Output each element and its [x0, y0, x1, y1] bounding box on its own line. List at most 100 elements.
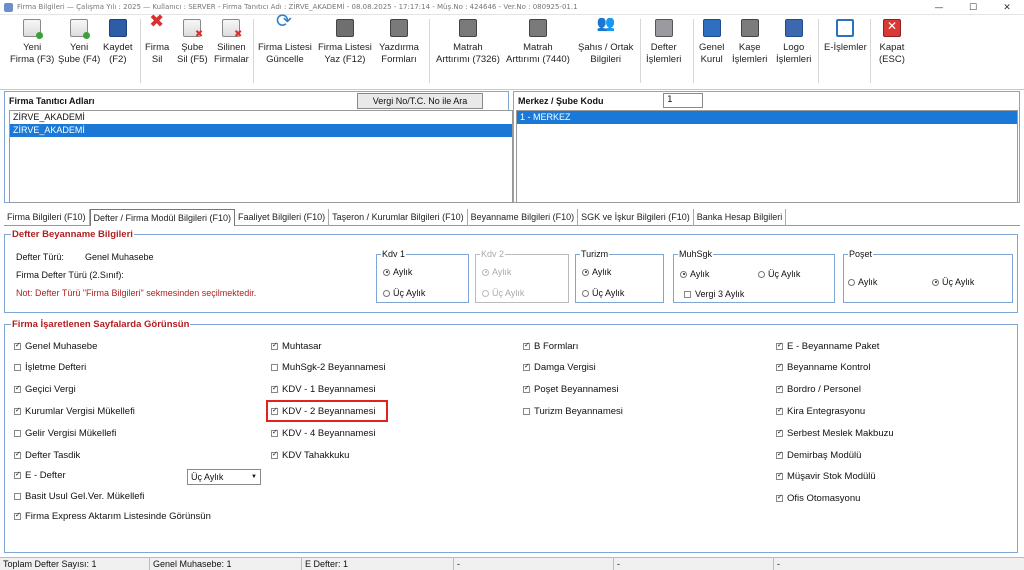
print-forms-button[interactable]: Yazdırma Formları: [379, 19, 419, 66]
chk-musavir-stok[interactable]: Müşavir Stok Modülü: [776, 471, 876, 482]
chk-bordro-personel[interactable]: Bordro / Personel: [776, 384, 861, 395]
poset-aylik-radio[interactable]: Aylık: [848, 277, 877, 287]
checkbox-label: KDV - 1 Beyannamesi: [282, 384, 376, 395]
chk-turizm-beyannamesi[interactable]: Turizm Beyannamesi: [523, 406, 623, 417]
matrah-7326-button[interactable]: Matrah Arttırımı (7326): [436, 19, 500, 66]
matrah-7440-label: Matrah Arttırımı (7440): [506, 42, 570, 65]
ledger-type-label: Defter Türü:: [16, 252, 64, 262]
tab-taseron[interactable]: Taşeron / Kurumlar Bilgileri (F10): [329, 209, 468, 226]
chk-basit-usul[interactable]: Basit Usul Gel.Ver. Mükellefi: [14, 491, 144, 502]
radio-unselected: [383, 289, 390, 297]
branch-list[interactable]: 1 - MERKEZ: [516, 110, 1018, 203]
radio-label: Üç Aylık: [592, 288, 625, 298]
checkbox-label: Vergi 3 Aylık: [695, 289, 745, 299]
select-value: Üç Aylık: [191, 472, 224, 482]
checkbox-label: Kurumlar Vergisi Mükellefi: [25, 406, 135, 417]
chk-serbest-meslek[interactable]: Serbest Meslek Makbuzu: [776, 428, 894, 439]
new-branch-label: Yeni Şube (F4): [58, 42, 101, 65]
minimize-icon[interactable]: —: [922, 0, 956, 15]
matrah-7440-button[interactable]: Matrah Arttırımı (7440): [506, 19, 570, 66]
new-branch-button[interactable]: Yeni Şube (F4): [58, 19, 100, 66]
chk-muhsgk2[interactable]: MuhSgk-2 Beyannamesi: [271, 362, 386, 373]
poset-ucaylik-radio[interactable]: Üç Aylık: [932, 277, 974, 287]
chk-damga-vergisi[interactable]: Damga Vergisi: [523, 362, 596, 373]
chk-defter-tasdik[interactable]: Defter Tasdik: [14, 450, 80, 461]
e-operations-button[interactable]: E-İşlemler: [824, 19, 867, 54]
chk-muhtasar[interactable]: Muhtasar: [271, 341, 322, 352]
chk-kdv-tahakkuku[interactable]: KDV Tahakkuku: [271, 450, 349, 461]
checkbox-label: Poşet Beyannamesi: [534, 384, 619, 395]
chk-kdv4[interactable]: KDV - 4 Beyannamesi: [271, 428, 375, 439]
chk-demirbas[interactable]: Demirbaş Modülü: [776, 450, 861, 461]
chk-kurumlar-vergisi[interactable]: Kurumlar Vergisi Mükellefi: [14, 406, 135, 417]
chk-beyanname-kontrol[interactable]: Beyanname Kontrol: [776, 362, 870, 373]
stamp-ops-button[interactable]: Kaşe İşlemleri: [732, 19, 767, 66]
checkbox-checked: [14, 341, 21, 350]
save-button[interactable]: Kaydet (F2): [103, 19, 133, 66]
tab-sgk[interactable]: SGK ve İşkur Bilgileri (F10): [578, 209, 694, 226]
chk-gecici-vergi[interactable]: Geçici Vergi: [14, 384, 76, 395]
checkbox-checked: [14, 511, 21, 520]
close-window-icon[interactable]: ✕: [990, 0, 1024, 15]
delete-branch-label: Şube Sil (F5): [177, 42, 208, 65]
chk-gelir-vergisi[interactable]: Gelir Vergisi Mükellefi: [14, 428, 116, 439]
chk-isletme-defteri[interactable]: İşletme Defteri: [14, 362, 86, 373]
radio-label: Üç Aylık: [492, 288, 525, 298]
close-button[interactable]: Kapat (ESC): [879, 19, 905, 66]
checkbox-label: KDV - 4 Beyannamesi: [282, 428, 376, 439]
radio-label: Üç Aylık: [393, 288, 426, 298]
logo-ops-button[interactable]: Logo İşlemleri: [776, 19, 811, 66]
new-company-button[interactable]: Yeni Firma (F3): [10, 19, 54, 66]
general-assembly-button[interactable]: Genel Kurul: [699, 19, 724, 66]
company-list[interactable]: ZİRVE_AKADEMİ ZİRVE_AKADEMİ: [9, 110, 513, 203]
turizm-aylik-radio[interactable]: Aylık: [582, 267, 611, 277]
tab-beyanname[interactable]: Beyanname Bilgileri (F10): [468, 209, 579, 226]
delete-branch-button[interactable]: Şube Sil (F5): [177, 19, 208, 66]
chk-b-formlari[interactable]: B Formları: [523, 341, 578, 352]
tab-firma-bilgileri[interactable]: Firma Bilgileri (F10): [4, 209, 90, 226]
chk-kira-entegrasyonu[interactable]: Kira Entegrasyonu: [776, 406, 865, 417]
checkbox-checked: [776, 428, 783, 437]
chk-ofis-otomasyonu[interactable]: Ofis Otomasyonu: [776, 493, 860, 504]
chk-e-defter[interactable]: E - Defter: [14, 470, 66, 481]
list-item-selected[interactable]: ZİRVE_AKADEMİ: [10, 124, 512, 137]
status-genel: Genel Muhasebe: 1: [150, 558, 302, 570]
company-names-panel: Firma Tanıtıcı Adları Vergi No/T.C. No i…: [4, 91, 513, 203]
branch-code-input[interactable]: 1: [663, 93, 703, 108]
kdv1-aylik-radio[interactable]: Aylık: [383, 267, 412, 277]
list-item-selected[interactable]: 1 - MERKEZ: [517, 111, 1017, 124]
turizm-ucaylik-radio[interactable]: Üç Aylık: [582, 288, 624, 298]
e-operations-label: E-İşlemler: [824, 42, 867, 53]
ledger-ops-button[interactable]: Defter İşlemleri: [646, 19, 681, 66]
tab-banka[interactable]: Banka Hesap Bilgileri: [694, 209, 787, 226]
vergi3-checkbox[interactable]: Vergi 3 Aylık: [684, 289, 744, 299]
e-defter-period-select[interactable]: Üç Aylık ▼: [187, 469, 261, 485]
partners-button[interactable]: Şahıs / Ortak Bilgileri: [578, 17, 633, 66]
radio-label: Aylık: [690, 269, 710, 279]
maximize-icon[interactable]: ☐: [956, 0, 990, 15]
tab-defter-modul[interactable]: Defter / Firma Modül Bilgileri (F10): [89, 209, 236, 226]
checkbox-unchecked: [14, 364, 21, 371]
chk-poset-beyannamesi[interactable]: Poşet Beyannamesi: [523, 384, 619, 395]
logo-icon: [784, 19, 803, 37]
chk-genel-muhasebe[interactable]: Genel Muhasebe: [14, 341, 97, 352]
radio-unselected: [848, 278, 855, 286]
chk-e-beyanname-paket[interactable]: E - Beyanname Paket: [776, 341, 879, 352]
deleted-companies-button[interactable]: Silinen Firmalar: [214, 19, 249, 66]
update-list-button[interactable]: Firma Listesi Güncelle: [258, 15, 312, 66]
checkbox-checked: [271, 428, 278, 437]
checkbox-checked: [776, 493, 783, 502]
print-list-button[interactable]: Firma Listesi Yaz (F12): [318, 19, 372, 66]
chk-kdv1[interactable]: KDV - 1 Beyannamesi: [271, 384, 375, 395]
list-item[interactable]: ZİRVE_AKADEMİ: [10, 111, 512, 124]
muhsgk-ucaylik-radio[interactable]: Üç Aylık: [758, 269, 800, 279]
status-edefter: E Defter: 1: [302, 558, 454, 570]
chk-firma-express[interactable]: Firma Express Aktarım Listesinde Görünsü…: [14, 511, 211, 522]
tab-strip: Firma Bilgileri (F10) Defter / Firma Mod…: [4, 209, 1020, 226]
status-cell: -: [454, 558, 614, 570]
tab-faaliyet[interactable]: Faaliyet Bilgileri (F10): [235, 209, 330, 226]
muhsgk-aylik-radio[interactable]: Aylık: [680, 269, 709, 279]
tax-search-button[interactable]: Vergi No/T.C. No ile Ara: [357, 93, 483, 109]
delete-company-button[interactable]: Firma Sil: [145, 16, 169, 66]
kdv1-ucaylik-radio[interactable]: Üç Aylık: [383, 288, 425, 298]
